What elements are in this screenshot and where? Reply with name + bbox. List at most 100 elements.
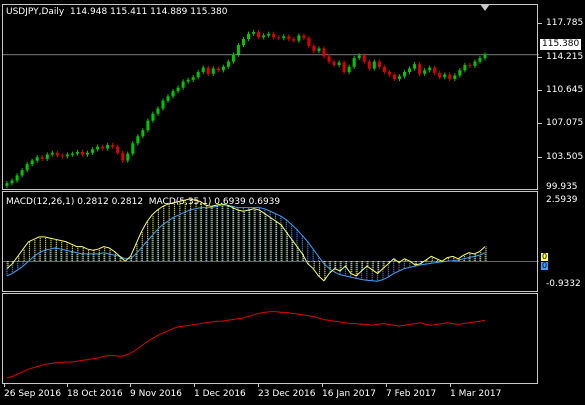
chart-header: USDJPY,Daily 114.948 115.411 114.889 115…	[6, 7, 227, 17]
candle-body	[196, 72, 200, 78]
candle-body	[387, 72, 391, 75]
candle-body	[96, 146, 100, 150]
candle-body	[468, 65, 472, 67]
candle-body	[332, 61, 336, 66]
candle-body	[106, 144, 110, 149]
candle-body	[156, 108, 160, 114]
candle-body	[282, 36, 286, 39]
candle-body	[297, 35, 301, 41]
candle-body	[181, 81, 185, 88]
candle-body	[397, 76, 401, 79]
candle-body	[166, 96, 170, 101]
candle-body	[171, 91, 175, 97]
indicator-line-chart	[6, 311, 486, 379]
candle-body	[206, 67, 210, 74]
ohlc-close: 115.380	[190, 7, 228, 17]
candle-body	[317, 48, 321, 52]
date-tick	[194, 384, 195, 387]
ohlc-high: 115.411	[110, 7, 148, 17]
candle-body	[236, 45, 240, 55]
price-tick	[538, 57, 542, 58]
candle-body	[413, 64, 417, 69]
price-tick-label: 103.505	[546, 152, 584, 162]
candle-body	[357, 55, 361, 59]
candle-body	[191, 77, 195, 80]
candle-body	[327, 56, 331, 62]
candle-body	[20, 170, 24, 176]
candle-body	[267, 33, 271, 36]
date-label: 9 Nov 2016	[130, 389, 182, 399]
price-tick	[538, 157, 542, 158]
candle-body	[91, 149, 95, 153]
candle-body	[136, 136, 140, 144]
date-label: 16 Jan 2017	[322, 389, 376, 399]
candle-body	[463, 65, 467, 71]
indicator-pane[interactable]	[2, 293, 538, 384]
date-label: 26 Sep 2016	[4, 389, 62, 399]
candle-body	[307, 38, 311, 46]
candle-body	[423, 70, 427, 74]
macd-header: MACD(12,26,1) 0.2812 0.2812 MACD(5,35,1)…	[6, 197, 280, 207]
candle-body	[322, 48, 326, 57]
candle-body	[262, 35, 266, 38]
candle-body	[372, 61, 376, 69]
date-tick	[450, 384, 451, 387]
candle-body	[478, 58, 482, 62]
macd-scale-bottom: -0.9332	[546, 279, 581, 289]
scroll-marker-icon[interactable]	[480, 4, 490, 11]
candle-body	[272, 33, 276, 38]
candle-body	[50, 152, 54, 155]
date-tick	[258, 384, 259, 387]
ohlc-open: 114.948	[69, 7, 108, 17]
candle-body	[161, 100, 165, 109]
candle-body	[257, 32, 261, 38]
candle-body	[55, 152, 59, 156]
candle-body	[226, 61, 230, 67]
candle-body	[65, 154, 69, 157]
candle-body	[176, 87, 180, 92]
candle-body	[146, 120, 150, 131]
date-label: 1 Dec 2016	[194, 389, 246, 399]
candle-body	[312, 45, 316, 52]
current-price-box: 115.380	[540, 39, 582, 50]
price-tick	[538, 123, 542, 124]
candle-body	[382, 66, 386, 73]
candle-body	[292, 38, 296, 41]
date-label: 23 Dec 2016	[258, 389, 316, 399]
candle-body	[75, 151, 79, 154]
macd-marker-2: 0	[541, 261, 548, 270]
candle-body	[231, 54, 235, 62]
candle-body	[45, 154, 49, 159]
candle-body	[433, 67, 437, 73]
candle-body	[211, 68, 215, 74]
ohlc-low: 114.889	[150, 7, 188, 17]
candle-body	[25, 164, 29, 171]
date-tick	[130, 384, 131, 387]
candle-body	[101, 146, 105, 149]
candle-body	[302, 35, 306, 39]
candle-body	[216, 68, 220, 71]
date-tick	[4, 384, 5, 387]
macd-fast-line	[6, 198, 486, 282]
macd-chart	[3, 198, 539, 282]
candle-body	[126, 153, 130, 161]
candle-body	[448, 74, 452, 79]
candle-body	[443, 74, 447, 78]
candle-body	[392, 74, 396, 79]
candle-body	[458, 70, 462, 76]
candle-body	[151, 113, 155, 121]
candlestick-chart	[3, 29, 539, 189]
candle-body	[80, 151, 84, 155]
candle-body	[5, 183, 9, 186]
macd-scale-top: 2.5939	[546, 195, 578, 205]
candle-body	[337, 62, 341, 66]
price-tick-label: 114.215	[546, 52, 584, 62]
price-chart-pane[interactable]	[2, 4, 539, 190]
candle-body	[15, 175, 19, 181]
date-tick	[386, 384, 387, 387]
candle-body	[362, 55, 366, 62]
candle-body	[483, 54, 487, 59]
candle-body	[438, 72, 442, 78]
macd-label-1: MACD(12,26,1) 0.2812 0.2812	[6, 197, 144, 207]
candle-body	[352, 58, 356, 67]
